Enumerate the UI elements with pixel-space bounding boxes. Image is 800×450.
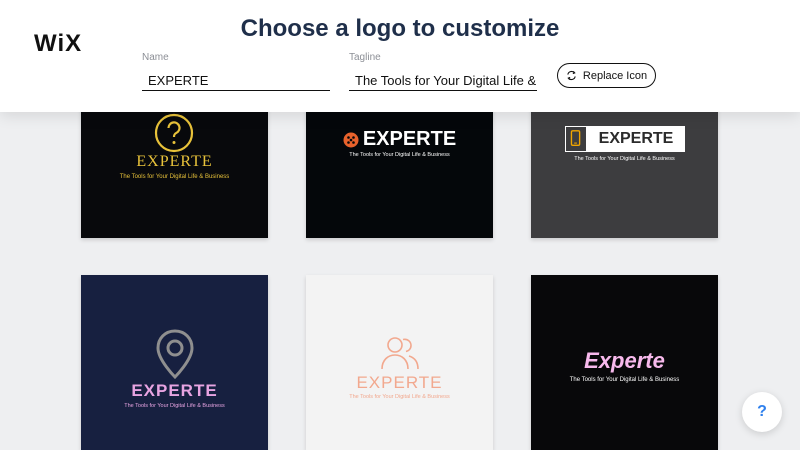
logo-tagline: The Tools for Your Digital Life & Busine… [349,152,450,158]
logo-name: Experte [584,348,665,373]
logo-tagline: The Tools for Your Digital Life & Busine… [574,156,675,162]
phone-icon [565,126,587,152]
logo-tagline: The Tools for Your Digital Life & Busine… [349,394,450,400]
logo-tagline: The Tools for Your Digital Life & Busine… [124,403,225,409]
page-title: Choose a logo to customize [240,15,560,42]
logo-name: EXPERTE [356,373,443,392]
logo-card-6[interactable]: Experte The Tools for Your Digital Life … [531,275,718,450]
logo-name: EXPERTE [131,381,218,400]
replace-icon-label: Replace Icon [582,69,648,82]
tagline-label: Tagline [349,52,381,63]
logo-tagline: The Tools for Your Digital Life & Busine… [119,174,230,180]
logo-card-4[interactable]: EXPERTE The Tools for Your Digital Life … [81,275,268,450]
logo-name: EXPERTE [587,126,685,152]
help-button[interactable]: ? [742,392,782,432]
replace-icon-button[interactable]: Replace Icon [557,63,656,88]
logo-name: EXPERTE [362,128,457,150]
replace-icon [567,70,576,81]
logo-card-5[interactable]: EXPERTE The Tools for Your Digital Life … [306,275,493,450]
tagline-field: Tagline The Tools for Your Digital Life … [349,52,537,91]
people-icon [381,337,419,370]
question-circle-icon [154,113,194,153]
location-pin-icon [156,329,194,379]
orange-dots-icon [343,132,359,147]
name-label: Name [142,52,169,63]
logo-name: EXPERTE [136,153,213,170]
logo-tagline: The Tools for Your Digital Life & Busine… [569,377,680,383]
name-field: Name EXPERTE [142,52,330,91]
logo-row: EXPERTE [306,128,493,151]
tagline-input[interactable]: The Tools for Your Digital Life & B [349,73,537,91]
name-input[interactable]: EXPERTE [142,73,330,91]
header: WiX Choose a logo to customize Name EXPE… [0,0,800,112]
logo-plate: EXPERTE [565,126,685,152]
